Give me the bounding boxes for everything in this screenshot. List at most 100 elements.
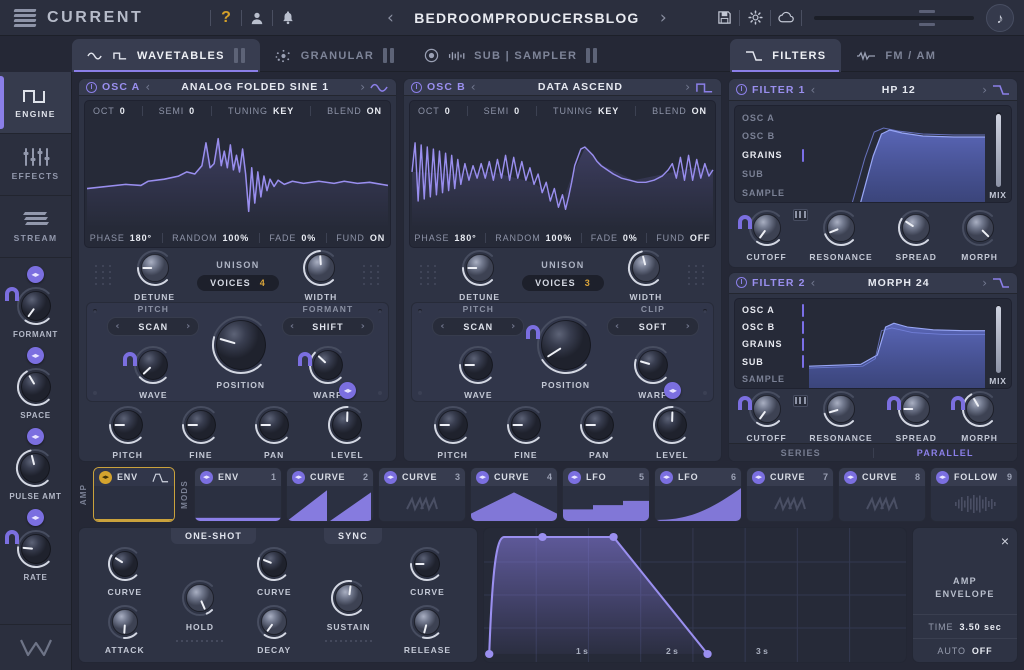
osc-b-pitch-mode-selector[interactable]: ‹ SCAN › xyxy=(432,317,524,336)
sync-toggle[interactable]: SYNC xyxy=(324,528,382,544)
osc-a-wavetable-name[interactable]: ANALOG FOLDED SINE 1 xyxy=(155,81,355,93)
envelope-graph[interactable]: 1 s 2 s 3 s xyxy=(483,527,907,663)
filter-1-mix-track[interactable] xyxy=(996,112,1001,187)
filter-1-route-osc-a[interactable]: OSC A xyxy=(742,111,809,124)
osc-b-fund[interactable]: FUND OFF xyxy=(656,233,710,243)
master-volume-slider[interactable] xyxy=(814,7,974,29)
filter-2-route-osc-b[interactable]: OSC B xyxy=(742,321,809,334)
env-curve-2-knob[interactable]: CURVE xyxy=(255,545,293,597)
mod-drag-badge-icon[interactable]: ◂▸ xyxy=(844,471,857,484)
mod-drag-badge-icon[interactable]: ◂▸ xyxy=(476,471,489,484)
osc-a-random[interactable]: RANDOM 100% xyxy=(172,233,249,243)
filter-1-cutoff-knob[interactable]: CUTOFF xyxy=(746,208,786,262)
mod-card-lfo-5[interactable]: ◂▸ LFO 5 xyxy=(562,467,650,522)
square-wave-icon[interactable] xyxy=(695,81,714,94)
mod-assign-badge-icon[interactable]: ◂▸ xyxy=(27,428,44,445)
sidebar-macro-formant[interactable]: ◂▸ FORMANT xyxy=(13,266,58,345)
preset-next-button[interactable]: › xyxy=(642,8,685,28)
osc-b-wavetable-name[interactable]: DATA ASCEND xyxy=(481,81,681,93)
envelope-time-field[interactable]: TIME 3.50 sec xyxy=(913,614,1017,638)
filter-1-mix[interactable]: MIX xyxy=(985,106,1011,202)
tab-granular[interactable]: GRANULAR xyxy=(260,39,409,72)
osc-a-fund[interactable]: FUND ON xyxy=(336,233,385,243)
tab-sub-sampler[interactable]: SUB | SAMPLER xyxy=(409,39,612,72)
sidebar-macro-rate[interactable]: ◂▸ RATE xyxy=(15,509,57,588)
chevron-left-icon[interactable]: ‹ xyxy=(615,321,620,332)
osc-b-random[interactable]: RANDOM 100% xyxy=(495,233,572,243)
sidebar-macro-pulse-amt[interactable]: ◂▸ PULSE AMT xyxy=(9,428,61,507)
filter-2-resonance-knob[interactable]: RESONANCE xyxy=(809,389,872,443)
oscA-position-knob[interactable]: POSITION xyxy=(210,314,272,390)
filter-1-spread-knob[interactable]: SPREAD xyxy=(895,208,936,262)
envelope-auto-field[interactable]: AUTO OFF xyxy=(913,638,1017,662)
settings-button[interactable] xyxy=(740,7,770,29)
osc-a-oct[interactable]: OCT 0 xyxy=(93,106,126,116)
mod-card-curve-8[interactable]: ◂▸ CURVE 8 xyxy=(838,467,926,522)
filter-1-route-grains[interactable]: GRAINS xyxy=(742,149,809,162)
osc-a-formant-mode-selector[interactable]: ‹ SHIFT › xyxy=(282,317,374,336)
mod-card-env-1[interactable]: ◂▸ ENV 1 xyxy=(194,467,282,522)
chevron-right-icon[interactable]: › xyxy=(186,321,191,332)
filter-1-route-osc-b[interactable]: OSC B xyxy=(742,130,809,143)
mod-drag-badge-icon[interactable]: ◂▸ xyxy=(752,471,765,484)
oscB-wave-knob[interactable]: WAVE xyxy=(457,344,499,400)
oscA-wave-knob[interactable]: WAVE xyxy=(132,344,174,400)
filter-2-next-type[interactable]: › xyxy=(982,276,987,290)
chevron-right-icon[interactable]: › xyxy=(686,321,691,332)
osc-a-next-wavetable[interactable]: › xyxy=(360,80,365,94)
chevron-left-icon[interactable]: ‹ xyxy=(290,321,295,332)
osc-a-phase[interactable]: PHASE 180° xyxy=(90,233,152,243)
cloud-button[interactable] xyxy=(771,7,801,29)
filter-1-prev-type[interactable]: ‹ xyxy=(811,83,816,97)
osc-a-power-button[interactable] xyxy=(86,82,97,93)
filter-1-response-curve[interactable] xyxy=(809,106,985,202)
filter-2-spread-knob[interactable]: SPREAD xyxy=(895,389,936,443)
chevron-right-icon[interactable]: › xyxy=(361,321,366,332)
env-attack-knob[interactable]: ATTACK xyxy=(105,603,145,655)
osc-b-fade[interactable]: FADE 0% xyxy=(591,233,638,243)
filter-1-next-type[interactable]: › xyxy=(982,83,987,97)
mod-drag-badge-icon[interactable]: ◂▸ xyxy=(936,471,949,484)
volume-handle-top[interactable] xyxy=(919,10,935,13)
filter-2-response-curve[interactable] xyxy=(809,299,985,389)
osc-a-fade[interactable]: FADE 0% xyxy=(269,233,316,243)
sidebar-macro-space[interactable]: ◂▸ SPACE xyxy=(15,347,57,426)
tab-fm-am[interactable]: FM / AM xyxy=(841,39,951,72)
filter-2-mix[interactable]: MIX xyxy=(985,299,1011,389)
env-release-knob[interactable]: RELEASE xyxy=(404,603,451,655)
sidebar-item-effects[interactable]: EFFECTS xyxy=(0,134,71,196)
filter-2-prev-type[interactable]: ‹ xyxy=(811,276,816,290)
mod-assign-badge-icon[interactable]: ◂▸ xyxy=(27,347,44,364)
one-shot-toggle[interactable]: ONE-SHOT xyxy=(171,528,256,544)
filter-curve-icon[interactable] xyxy=(992,277,1010,289)
preset-prev-button[interactable]: ‹ xyxy=(369,8,412,28)
env-decay-knob[interactable]: DECAY xyxy=(255,603,293,655)
oscB-detune-knob[interactable]: DETUNE xyxy=(459,248,500,302)
filter-2-cutoff-knob[interactable]: CUTOFF xyxy=(746,389,786,443)
osc-b-power-button[interactable] xyxy=(411,82,422,93)
osc-a-semi[interactable]: SEMI 0 xyxy=(159,106,196,116)
env-curve-4-knob[interactable]: CURVE xyxy=(408,545,446,597)
filter-2-morph-knob[interactable]: MORPH xyxy=(960,389,1000,443)
oscB-pan-knob[interactable]: PAN xyxy=(578,404,620,460)
filter-2-route-osc-a[interactable]: OSC A xyxy=(742,304,809,317)
filter-2-mix-track[interactable] xyxy=(996,305,1001,374)
oscA-detune-knob[interactable]: DETUNE xyxy=(134,248,175,302)
notifications-button[interactable] xyxy=(273,7,303,29)
keyboard-track-icon[interactable] xyxy=(793,209,808,221)
sidebar-item-engine[interactable]: ENGINE xyxy=(0,72,71,134)
filter-1-resonance-knob[interactable]: RESONANCE xyxy=(809,208,872,262)
osc-b-tuning[interactable]: TUNING KEY xyxy=(553,106,619,116)
filter-1-route-sub[interactable]: SUB xyxy=(742,167,809,180)
oscB-pitch-knob[interactable]: PITCH xyxy=(432,404,474,460)
osc-b-voices-control[interactable]: VOICES 3 xyxy=(522,275,604,291)
mod-card-follow-9[interactable]: ◂▸ FOLLOW 9 xyxy=(930,467,1018,522)
mod-card-curve-3[interactable]: ◂▸ CURVE 3 xyxy=(378,467,466,522)
close-envelope-button[interactable]: × xyxy=(913,528,1017,562)
osc-b-semi[interactable]: SEMI 0 xyxy=(484,106,521,116)
filter-2-power-button[interactable] xyxy=(736,277,747,288)
oscB-position-knob[interactable]: POSITION xyxy=(535,314,597,390)
filter-1-route-sample[interactable]: SAMPLE xyxy=(742,186,809,199)
filter-1-type[interactable]: HP 12 xyxy=(820,84,977,96)
mod-card-curve-4[interactable]: ◂▸ CURVE 4 xyxy=(470,467,558,522)
